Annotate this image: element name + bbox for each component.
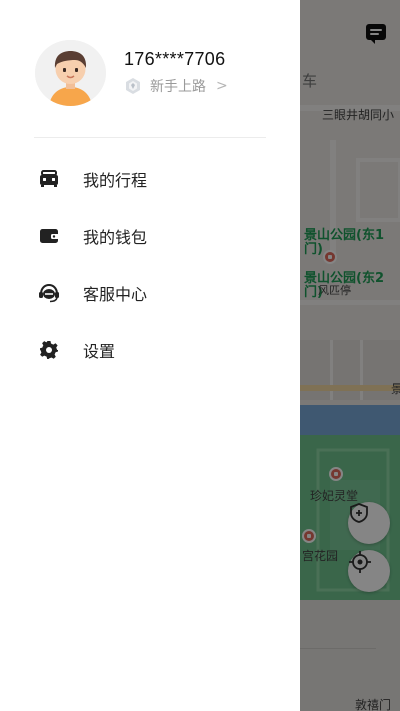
wallet-icon (38, 225, 60, 247)
user-phone: 176****7706 (124, 49, 226, 69)
level-badge-icon (126, 78, 140, 94)
level-label: 新手上路 (150, 79, 206, 95)
car-icon (38, 168, 60, 190)
menu-item-my-trips[interactable]: 我的行程 (0, 157, 300, 201)
avatar[interactable] (35, 40, 106, 106)
chevron-right-icon: > (216, 78, 228, 94)
menu-item-label: 我的钱包 (83, 228, 148, 247)
menu-item-label: 客服中心 (83, 285, 148, 304)
menu-item-settings[interactable]: 设置 (0, 328, 300, 372)
menu-item-my-wallet[interactable]: 我的钱包 (0, 214, 300, 258)
side-drawer: 176****7706 新手上路 > 我的行程 我的钱包 客服中心 设置 (0, 0, 300, 711)
headset-icon (38, 282, 60, 304)
user-level-link[interactable]: 新手上路 > (124, 76, 228, 96)
menu-item-label: 我的行程 (83, 171, 148, 190)
menu-item-customer-service[interactable]: 客服中心 (0, 271, 300, 315)
menu-item-label: 设置 (83, 342, 116, 361)
gear-icon (38, 339, 60, 361)
divider (34, 137, 266, 138)
avatar-image (35, 40, 106, 106)
